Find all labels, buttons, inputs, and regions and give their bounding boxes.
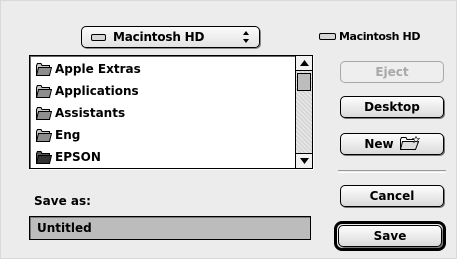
- cancel-button[interactable]: Cancel: [340, 185, 444, 207]
- list-item-label: Applications: [55, 84, 139, 98]
- volume-popup[interactable]: Macintosh HD: [81, 26, 260, 48]
- list-item[interactable]: Assistants: [32, 102, 294, 124]
- desktop-button[interactable]: Desktop: [340, 96, 444, 118]
- scroll-up-button[interactable]: [296, 56, 312, 71]
- folder-icon: [36, 150, 52, 164]
- folder-icon: [36, 128, 52, 142]
- volume-popup-label: Macintosh HD: [113, 30, 205, 44]
- list-item[interactable]: EPSON: [32, 146, 294, 168]
- list-item-label: Assistants: [55, 106, 126, 120]
- current-volume: Macintosh HD: [319, 30, 420, 43]
- folder-icon: [36, 106, 52, 120]
- file-list-rows: Apple Extras Applications Assistants Eng…: [32, 58, 294, 168]
- save-as-label: Save as:: [34, 194, 91, 208]
- scroll-down-button[interactable]: [296, 153, 312, 168]
- file-list[interactable]: Apple Extras Applications Assistants Eng…: [29, 55, 313, 169]
- hard-drive-icon: [319, 33, 336, 40]
- arrow-down-icon: [299, 158, 309, 164]
- file-list-scrollbar[interactable]: [295, 56, 312, 168]
- save-dialog: Macintosh HD Macintosh HD Apple Extras A…: [0, 0, 457, 259]
- filename-field[interactable]: Untitled: [29, 216, 311, 240]
- list-item[interactable]: Apple Extras: [32, 58, 294, 80]
- list-item-label: EPSON: [55, 150, 101, 164]
- button-separator: [338, 170, 446, 173]
- list-item-label: Eng: [55, 128, 81, 142]
- save-button[interactable]: Save: [338, 225, 442, 247]
- eject-button[interactable]: Eject: [340, 61, 444, 83]
- list-item-label: Apple Extras: [55, 62, 141, 76]
- new-folder-icon: [399, 135, 421, 153]
- new-folder-button[interactable]: New: [340, 133, 444, 155]
- new-folder-button-label: New: [364, 137, 394, 151]
- list-item[interactable]: Eng: [32, 124, 294, 146]
- arrow-up-icon: [299, 60, 309, 66]
- folder-icon: [36, 84, 52, 98]
- list-item[interactable]: Applications: [32, 80, 294, 102]
- current-volume-label: Macintosh HD: [339, 30, 421, 43]
- hard-drive-icon: [91, 33, 106, 41]
- scroll-thumb[interactable]: [297, 73, 311, 91]
- popup-arrows-icon: [241, 30, 251, 45]
- folder-icon: [36, 62, 52, 76]
